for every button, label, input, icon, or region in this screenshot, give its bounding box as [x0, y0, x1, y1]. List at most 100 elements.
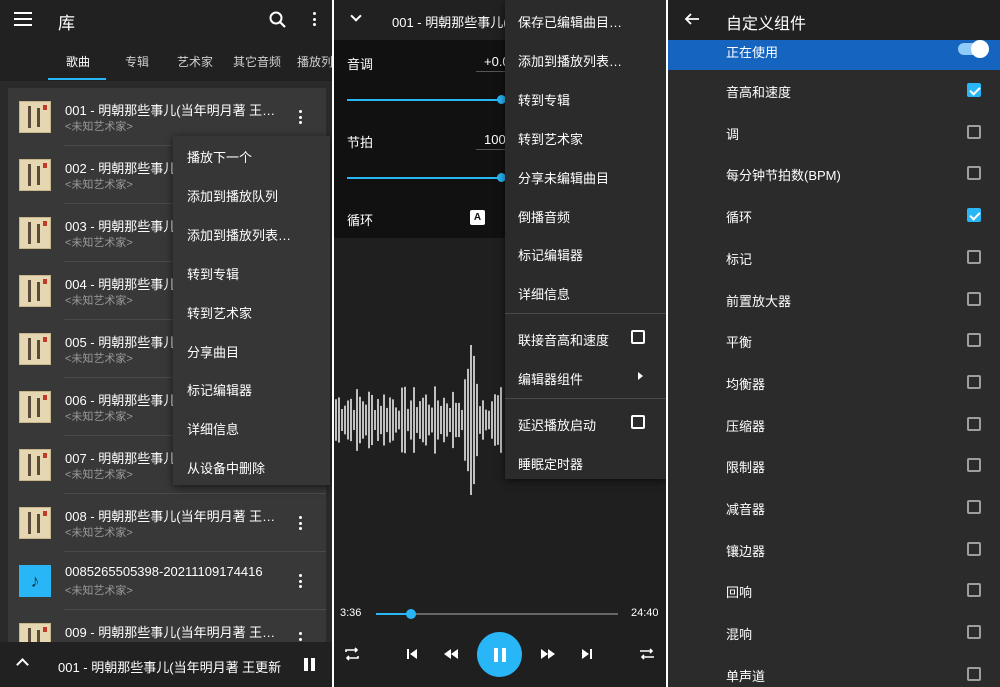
tab-other-audio[interactable]: 其它音频 [233, 53, 281, 70]
component-option-row[interactable]: 循环 [668, 195, 1000, 237]
song-more-icon[interactable] [297, 516, 303, 530]
menu-item-add-to-playlist[interactable]: 添加到播放列表… [187, 225, 291, 244]
component-option-row[interactable]: 每分钟节拍数(BPM) [668, 153, 1000, 195]
fast-forward-icon[interactable] [540, 648, 556, 660]
repeat-icon[interactable] [344, 647, 360, 661]
menu-item-add-to-queue[interactable]: 添加到播放队列 [187, 186, 278, 205]
seek-bar[interactable] [376, 609, 618, 619]
component-checkbox[interactable] [967, 374, 981, 389]
mini-player[interactable]: 001 - 明朝那些事儿(当年明月著 王更新 [0, 642, 332, 687]
menu-item-go-to-artist[interactable]: 转到艺术家 [518, 129, 583, 148]
search-icon[interactable] [268, 10, 288, 30]
song-row[interactable]: 008 - 明朝那些事儿(当年明月著 王… <未知艺术家> [8, 494, 326, 552]
menu-item-details[interactable]: 详细信息 [187, 419, 239, 438]
menu-item-delay-start[interactable]: 延迟播放启动 [518, 415, 596, 434]
menu-item-go-to-artist[interactable]: 转到艺术家 [187, 303, 252, 322]
component-option-label: 镶边器 [726, 543, 766, 559]
song-title: 008 - 明朝那些事儿(当年明月著 王… [65, 509, 276, 524]
album-art [19, 101, 51, 133]
component-option-row[interactable]: 调 [668, 112, 1000, 154]
menu-item-add-to-playlist[interactable]: 添加到播放列表… [518, 51, 622, 70]
component-checkbox[interactable] [967, 249, 981, 264]
tempo-label: 节拍 [347, 135, 374, 150]
component-option-row[interactable]: 镶边器 [668, 529, 1000, 571]
component-checkbox[interactable] [967, 124, 981, 139]
component-checkbox[interactable] [967, 166, 981, 181]
song-more-icon[interactable] [297, 110, 303, 124]
component-option-label: 压缩器 [726, 418, 766, 434]
component-option-row[interactable]: 标记 [668, 237, 1000, 279]
component-option-label: 前置放大器 [726, 293, 792, 309]
song-more-icon[interactable] [297, 574, 303, 588]
tab-songs[interactable]: 歌曲 [66, 53, 90, 70]
total-duration: 24:40 [631, 607, 659, 619]
tab-albums[interactable]: 专辑 [125, 53, 149, 70]
menu-item-link-pitch-speed[interactable]: 联接音高和速度 [518, 330, 609, 349]
component-option-row[interactable]: 平衡 [668, 320, 1000, 362]
component-option-row[interactable]: 混响 [668, 612, 1000, 654]
menu-item-share-unedited[interactable]: 分享未编辑曲目 [518, 168, 609, 187]
component-option-label: 平衡 [726, 335, 753, 351]
component-checkbox[interactable] [967, 541, 981, 556]
menu-item-tag-editor[interactable]: 标记编辑器 [518, 245, 583, 264]
menu-item-editor-components[interactable]: 编辑器组件 [518, 369, 583, 388]
skip-next-icon[interactable] [581, 648, 593, 660]
pitch-slider[interactable] [347, 95, 506, 104]
music-note-icon: ♪ [19, 565, 51, 597]
in-use-row[interactable]: 正在使用 [668, 40, 1000, 70]
component-checkbox[interactable] [967, 291, 981, 306]
menu-item-play-next[interactable]: 播放下一个 [187, 147, 252, 166]
component-checkbox[interactable] [967, 666, 981, 681]
menu-item-reverse-audio[interactable]: 倒播音频 [518, 207, 570, 226]
chevron-up-icon[interactable] [16, 658, 29, 671]
component-option-row[interactable]: 均衡器 [668, 362, 1000, 404]
menu-item-go-to-album[interactable]: 转到专辑 [518, 90, 570, 109]
menu-item-delete-from-device[interactable]: 从设备中删除 [187, 458, 265, 477]
link-pitch-speed-checkbox[interactable] [631, 330, 645, 344]
component-checkbox[interactable] [967, 500, 981, 514]
pause-icon[interactable] [304, 658, 315, 671]
more-options-icon[interactable] [311, 12, 317, 26]
menu-item-go-to-album[interactable]: 转到专辑 [187, 264, 239, 283]
component-option-row[interactable]: 音高和速度 [668, 70, 1000, 112]
loop-a-badge[interactable]: A [470, 210, 485, 225]
seek-knob[interactable] [406, 609, 417, 619]
component-checkbox[interactable] [967, 458, 981, 473]
tempo-slider[interactable] [347, 173, 506, 182]
component-checkbox[interactable] [967, 333, 981, 348]
menu-item-sleep-timer[interactable]: 睡眠定时器 [518, 454, 583, 473]
song-row[interactable]: ♪ 0085265505398-20211109174416 <未知艺术家> [8, 552, 326, 610]
rewind-icon[interactable] [443, 648, 459, 660]
component-checkbox[interactable] [967, 625, 981, 640]
skip-previous-icon[interactable] [406, 648, 418, 660]
tab-playlists[interactable]: 播放列 [297, 53, 332, 70]
component-option-row[interactable]: 限制器 [668, 445, 1000, 487]
waveform[interactable] [334, 340, 504, 500]
component-checkbox[interactable] [967, 208, 981, 223]
component-option-row[interactable]: 前置放大器 [668, 279, 1000, 321]
component-checkbox[interactable] [967, 583, 981, 598]
menu-icon[interactable] [14, 12, 32, 26]
delay-start-checkbox[interactable] [631, 415, 645, 429]
custom-components-panel: 自定义组件 正在使用 音高和速度调每分钟节拍数(BPM) 循环 标记 前置放大器 平衡均… [668, 0, 1000, 687]
song-artist: <未知艺术家> [65, 295, 133, 307]
component-checkbox[interactable] [967, 83, 981, 97]
song-title: 001 - 明朝那些事儿(当年明月著 王… [65, 103, 276, 118]
menu-item-tag-editor[interactable]: 标记编辑器 [187, 380, 252, 399]
menu-item-save-edited-track[interactable]: 保存已编辑曲目… [518, 12, 622, 31]
component-checkbox[interactable] [967, 416, 981, 431]
component-option-label: 音高和速度 [726, 85, 792, 100]
page-title: 库 [58, 14, 75, 33]
menu-item-details[interactable]: 详细信息 [518, 284, 570, 303]
component-option-row[interactable]: 压缩器 [668, 404, 1000, 446]
component-option-row[interactable]: 减音器 [668, 487, 1000, 529]
chevron-down-icon[interactable] [350, 10, 362, 22]
menu-item-share-track[interactable]: 分享曲目 [187, 342, 239, 361]
in-use-toggle[interactable] [958, 40, 989, 58]
tab-artists[interactable]: 艺术家 [177, 53, 213, 70]
component-option-row[interactable]: 回响 [668, 570, 1000, 612]
back-arrow-icon[interactable] [684, 11, 700, 27]
play-pause-button[interactable] [477, 632, 522, 677]
component-option-row[interactable]: 单声道 [668, 654, 1000, 687]
shuffle-icon[interactable] [639, 647, 655, 661]
